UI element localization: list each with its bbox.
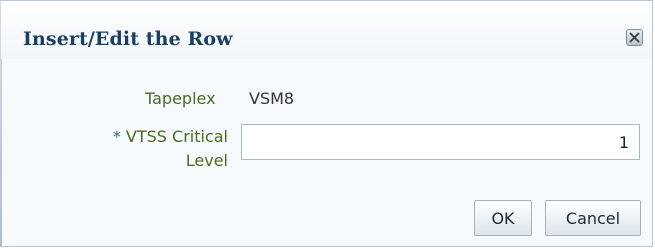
tapeplex-value: VSM8 (249, 89, 295, 108)
cancel-button[interactable]: Cancel (545, 200, 641, 236)
tapeplex-label: Tapeplex (145, 89, 216, 108)
dialog-title: Insert/Edit the Row (23, 28, 233, 50)
ok-button[interactable]: OK (474, 200, 532, 236)
dialog-titlebar: Insert/Edit the Row (1, 1, 652, 59)
vtss-critical-level-label: * VTSS Critical Level (113, 125, 228, 173)
vtss-label-line2: Level (185, 151, 228, 170)
insert-edit-row-dialog: Insert/Edit the Row Tapeplex VSM8 * VTSS… (0, 0, 653, 247)
vtss-label-line1: VTSS Critical (125, 127, 228, 146)
required-marker: * (112, 127, 121, 146)
close-icon[interactable] (626, 29, 643, 46)
vtss-critical-level-input[interactable] (241, 124, 640, 160)
